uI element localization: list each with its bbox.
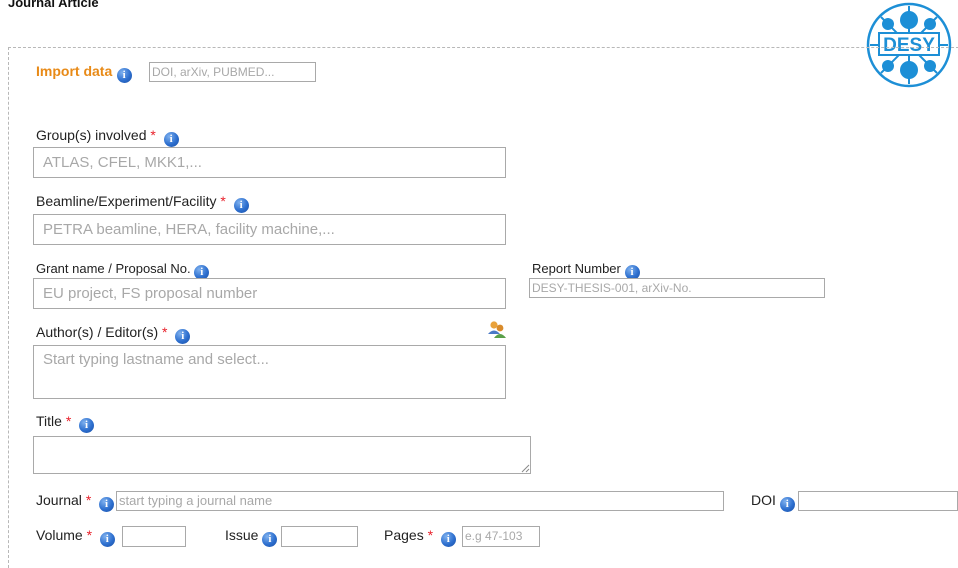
pages-input[interactable]: e.g 47-103 <box>462 526 540 547</box>
report-number-input[interactable]: DESY-THESIS-001, arXiv-No. <box>529 278 825 298</box>
required-mark: * <box>220 193 226 209</box>
title-textarea[interactable] <box>33 436 531 474</box>
info-icon[interactable]: i <box>779 497 795 512</box>
info-icon[interactable]: i <box>99 497 115 512</box>
import-row: Import data i <box>36 63 132 83</box>
info-icon[interactable]: i <box>116 68 132 83</box>
volume-label-row: Volume * i <box>36 527 115 547</box>
required-mark: * <box>427 527 434 543</box>
info-icon[interactable]: i <box>440 532 456 547</box>
info-icon[interactable]: i <box>233 198 249 213</box>
title-label-row: Title * i <box>36 413 95 433</box>
groups-input[interactable]: ATLAS, CFEL, MKK1,... <box>33 147 506 178</box>
pages-label-row: Pages * i <box>384 527 456 547</box>
doi-label-row: DOI i <box>751 492 795 512</box>
doi-input[interactable] <box>798 491 958 511</box>
required-mark: * <box>65 413 72 429</box>
required-mark: * <box>162 324 168 340</box>
authors-input[interactable]: Start typing lastname and select... <box>33 345 506 399</box>
people-icon[interactable] <box>486 320 508 340</box>
info-icon[interactable]: i <box>175 329 191 344</box>
info-icon[interactable]: i <box>99 532 115 547</box>
page-title: Journal Article <box>8 0 99 10</box>
journal-input[interactable]: start typing a journal name <box>116 491 724 511</box>
authors-label-row: Author(s) / Editor(s) * i <box>36 324 191 344</box>
beamline-input[interactable]: PETRA beamline, HERA, facility machine,.… <box>33 214 506 245</box>
info-icon[interactable]: i <box>262 532 278 547</box>
volume-label: Volume <box>36 527 83 543</box>
info-icon[interactable]: i <box>79 418 95 433</box>
pages-label: Pages <box>384 527 424 543</box>
beamline-label: Beamline/Experiment/Facility <box>36 193 217 209</box>
beamline-label-row: Beamline/Experiment/Facility * i <box>36 193 249 213</box>
required-mark: * <box>86 527 93 543</box>
import-input[interactable]: DOI, arXiv, PUBMED... <box>149 62 316 82</box>
grant-input[interactable]: EU project, FS proposal number <box>33 278 506 309</box>
title-label: Title <box>36 413 62 429</box>
grant-label: Grant name / Proposal No. <box>36 261 191 276</box>
groups-label: Group(s) involved <box>36 127 147 143</box>
required-mark: * <box>85 492 92 508</box>
issue-label: Issue <box>225 527 259 543</box>
groups-label-row: Group(s) involved * i <box>36 127 179 147</box>
report-label: Report Number <box>532 261 621 276</box>
info-icon[interactable]: i <box>163 132 179 147</box>
journal-label: Journal <box>36 492 82 508</box>
volume-input[interactable] <box>122 526 186 547</box>
import-label: Import data <box>36 63 113 79</box>
doi-label: DOI <box>751 492 776 508</box>
issue-input[interactable] <box>281 526 358 547</box>
required-mark: * <box>150 127 156 143</box>
journal-label-row: Journal * i <box>36 492 115 512</box>
issue-label-row: Issue i <box>225 527 278 547</box>
authors-label: Author(s) / Editor(s) <box>36 324 159 340</box>
resize-handle-icon[interactable] <box>521 464 530 473</box>
